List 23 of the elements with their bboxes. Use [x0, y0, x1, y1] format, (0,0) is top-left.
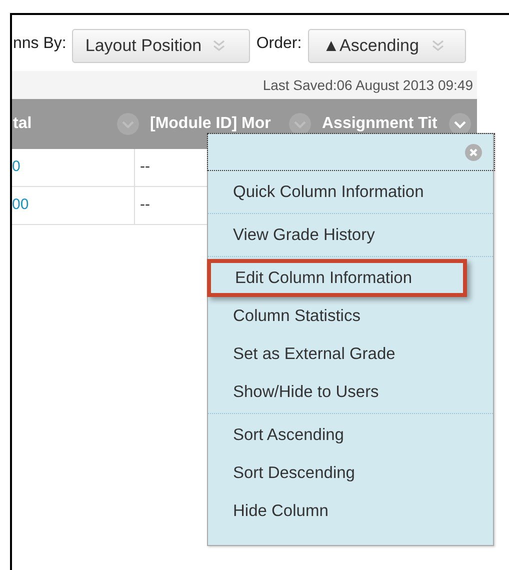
menu-item[interactable]: Hide Column [208, 492, 493, 530]
menu-item[interactable]: Edit Column Information [207, 259, 467, 297]
column-heading: Assignment Tit [322, 114, 438, 134]
menu-item[interactable]: Show/Hide to Users [208, 373, 493, 411]
last-saved-bar: Last Saved:06 August 2013 09:49 [12, 71, 477, 99]
chevron-icon [212, 40, 226, 52]
menu-item[interactable]: Column Statistics [208, 297, 493, 335]
table-cell: 00 [12, 187, 135, 224]
columns-label: nns By: [13, 34, 66, 54]
column-heading: tal [13, 114, 32, 134]
order-label: Order: [256, 34, 302, 54]
menu-item[interactable]: Set as External Grade [208, 335, 493, 373]
column-heading: [Module ID] Mor [150, 114, 271, 134]
table-cell: 0 [12, 149, 135, 186]
layout-position-dropdown[interactable]: Layout Position [72, 29, 250, 63]
chevron-circle-icon[interactable] [449, 113, 471, 135]
order-dropdown[interactable]: ▲Ascending [308, 29, 466, 63]
menu-item[interactable]: Quick Column Information [208, 173, 493, 211]
menu-item[interactable]: Sort Descending [208, 454, 493, 492]
chevron-circle-icon[interactable] [289, 113, 311, 135]
menu-item[interactable]: View Grade History [208, 216, 493, 254]
menu-item[interactable]: Sort Ascending [208, 416, 493, 454]
chevron-icon [430, 40, 445, 52]
